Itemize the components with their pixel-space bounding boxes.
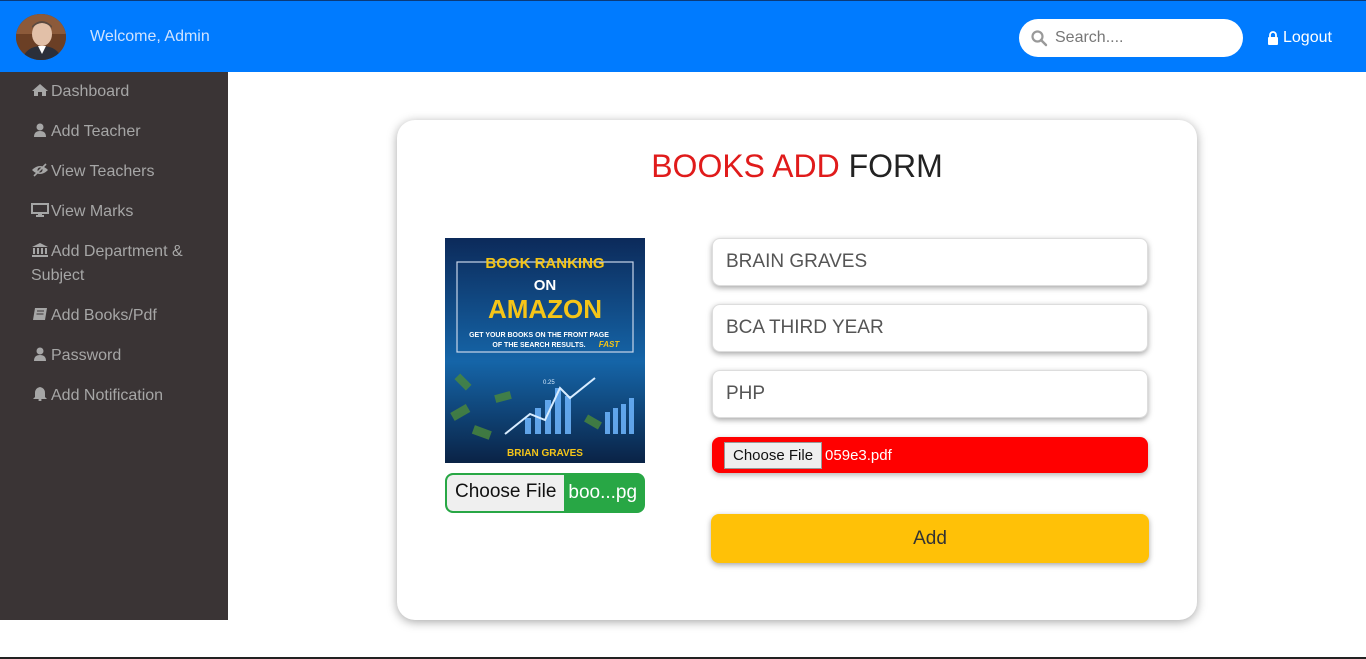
desktop-icon xyxy=(31,203,49,217)
cover-author: BRIAN GRAVES xyxy=(507,448,583,459)
home-icon xyxy=(32,84,48,96)
logout-label: Logout xyxy=(1283,29,1332,46)
sidebar-item-label: Password xyxy=(51,347,122,364)
add-button[interactable]: Add xyxy=(711,514,1149,563)
sidebar-item-label: View Marks xyxy=(51,203,134,220)
sidebar-item-view-teachers[interactable]: View Teachers xyxy=(31,160,211,184)
lock-icon xyxy=(1268,31,1278,45)
eye-slash-icon xyxy=(32,163,48,177)
bell-icon xyxy=(33,387,47,401)
cover-title-line2: ON xyxy=(534,277,557,294)
university-icon xyxy=(32,243,48,257)
selected-file-name: 059e3.pdf xyxy=(825,446,892,464)
sidebar-item-view-marks[interactable]: View Marks xyxy=(31,200,211,224)
subject-field[interactable]: PHP xyxy=(712,370,1148,418)
search-box[interactable] xyxy=(1019,19,1243,57)
user-icon xyxy=(34,123,46,137)
book-icon xyxy=(33,308,47,320)
cover-tagline-1: GET YOUR BOOKS ON THE FRONT PAGE xyxy=(469,332,609,339)
cover-title-line1: BOOK RANKING xyxy=(485,255,604,272)
sidebar-item-label: Dashboard xyxy=(51,83,130,100)
author-field[interactable]: BRAIN GRAVES xyxy=(712,238,1148,286)
sidebar-item-label: Add Department & Subject xyxy=(31,243,183,284)
sidebar-item-label: Add Notification xyxy=(51,387,164,404)
logout-link[interactable]: Logout xyxy=(1267,29,1332,47)
form-title-highlight: BOOKS ADD xyxy=(651,148,840,184)
avatar[interactable] xyxy=(16,14,66,60)
top-navbar: Welcome, Admin Logout xyxy=(0,0,1366,72)
cover-tagline-fast: FAST xyxy=(599,340,621,349)
sidebar-item-label: Add Teacher xyxy=(51,123,141,140)
cover-image-file-input[interactable]: Choose File boo...pg xyxy=(445,473,645,513)
pdf-file-input[interactable]: Choose File 059e3.pdf xyxy=(712,437,1148,473)
cover-tagline-2: OF THE SEARCH RESULTS. xyxy=(492,342,585,349)
class-field[interactable]: BCA THIRD YEAR xyxy=(712,304,1148,352)
form-title-rest: FORM xyxy=(848,148,943,184)
welcome-text: Welcome, Admin xyxy=(90,28,210,45)
sidebar: Dashboard Add Teacher View Teachers View… xyxy=(0,72,228,620)
sidebar-item-label: View Teachers xyxy=(51,163,155,180)
form-title: BOOKS ADD FORM xyxy=(397,148,1197,185)
search-icon xyxy=(1031,30,1048,47)
sidebar-item-password[interactable]: Password xyxy=(31,344,211,368)
sidebar-item-add-teacher[interactable]: Add Teacher xyxy=(31,120,211,144)
sidebar-item-dashboard[interactable]: Dashboard xyxy=(31,80,211,104)
choose-file-button[interactable]: Choose File xyxy=(447,475,565,511)
cover-title-line3: AMAZON xyxy=(488,294,602,324)
user-icon xyxy=(34,347,46,361)
sidebar-item-label: Add Books/Pdf xyxy=(51,307,157,324)
selected-file-name: boo...pg xyxy=(568,482,638,503)
sidebar-item-add-books[interactable]: Add Books/Pdf xyxy=(31,304,211,328)
cover-axis-label: 0.25 xyxy=(543,380,555,386)
sidebar-item-add-department[interactable]: Add Department & Subject xyxy=(31,240,211,288)
book-cover-preview: BOOK RANKING ON AMAZON GET YOUR BOOKS ON… xyxy=(445,238,645,463)
books-add-form-card: BOOKS ADD FORM BOOK RANKING ON AMAZON GE… xyxy=(397,120,1197,620)
search-input[interactable] xyxy=(1055,28,1235,48)
choose-file-button[interactable]: Choose File xyxy=(724,441,823,469)
sidebar-item-add-notification[interactable]: Add Notification xyxy=(31,384,211,408)
